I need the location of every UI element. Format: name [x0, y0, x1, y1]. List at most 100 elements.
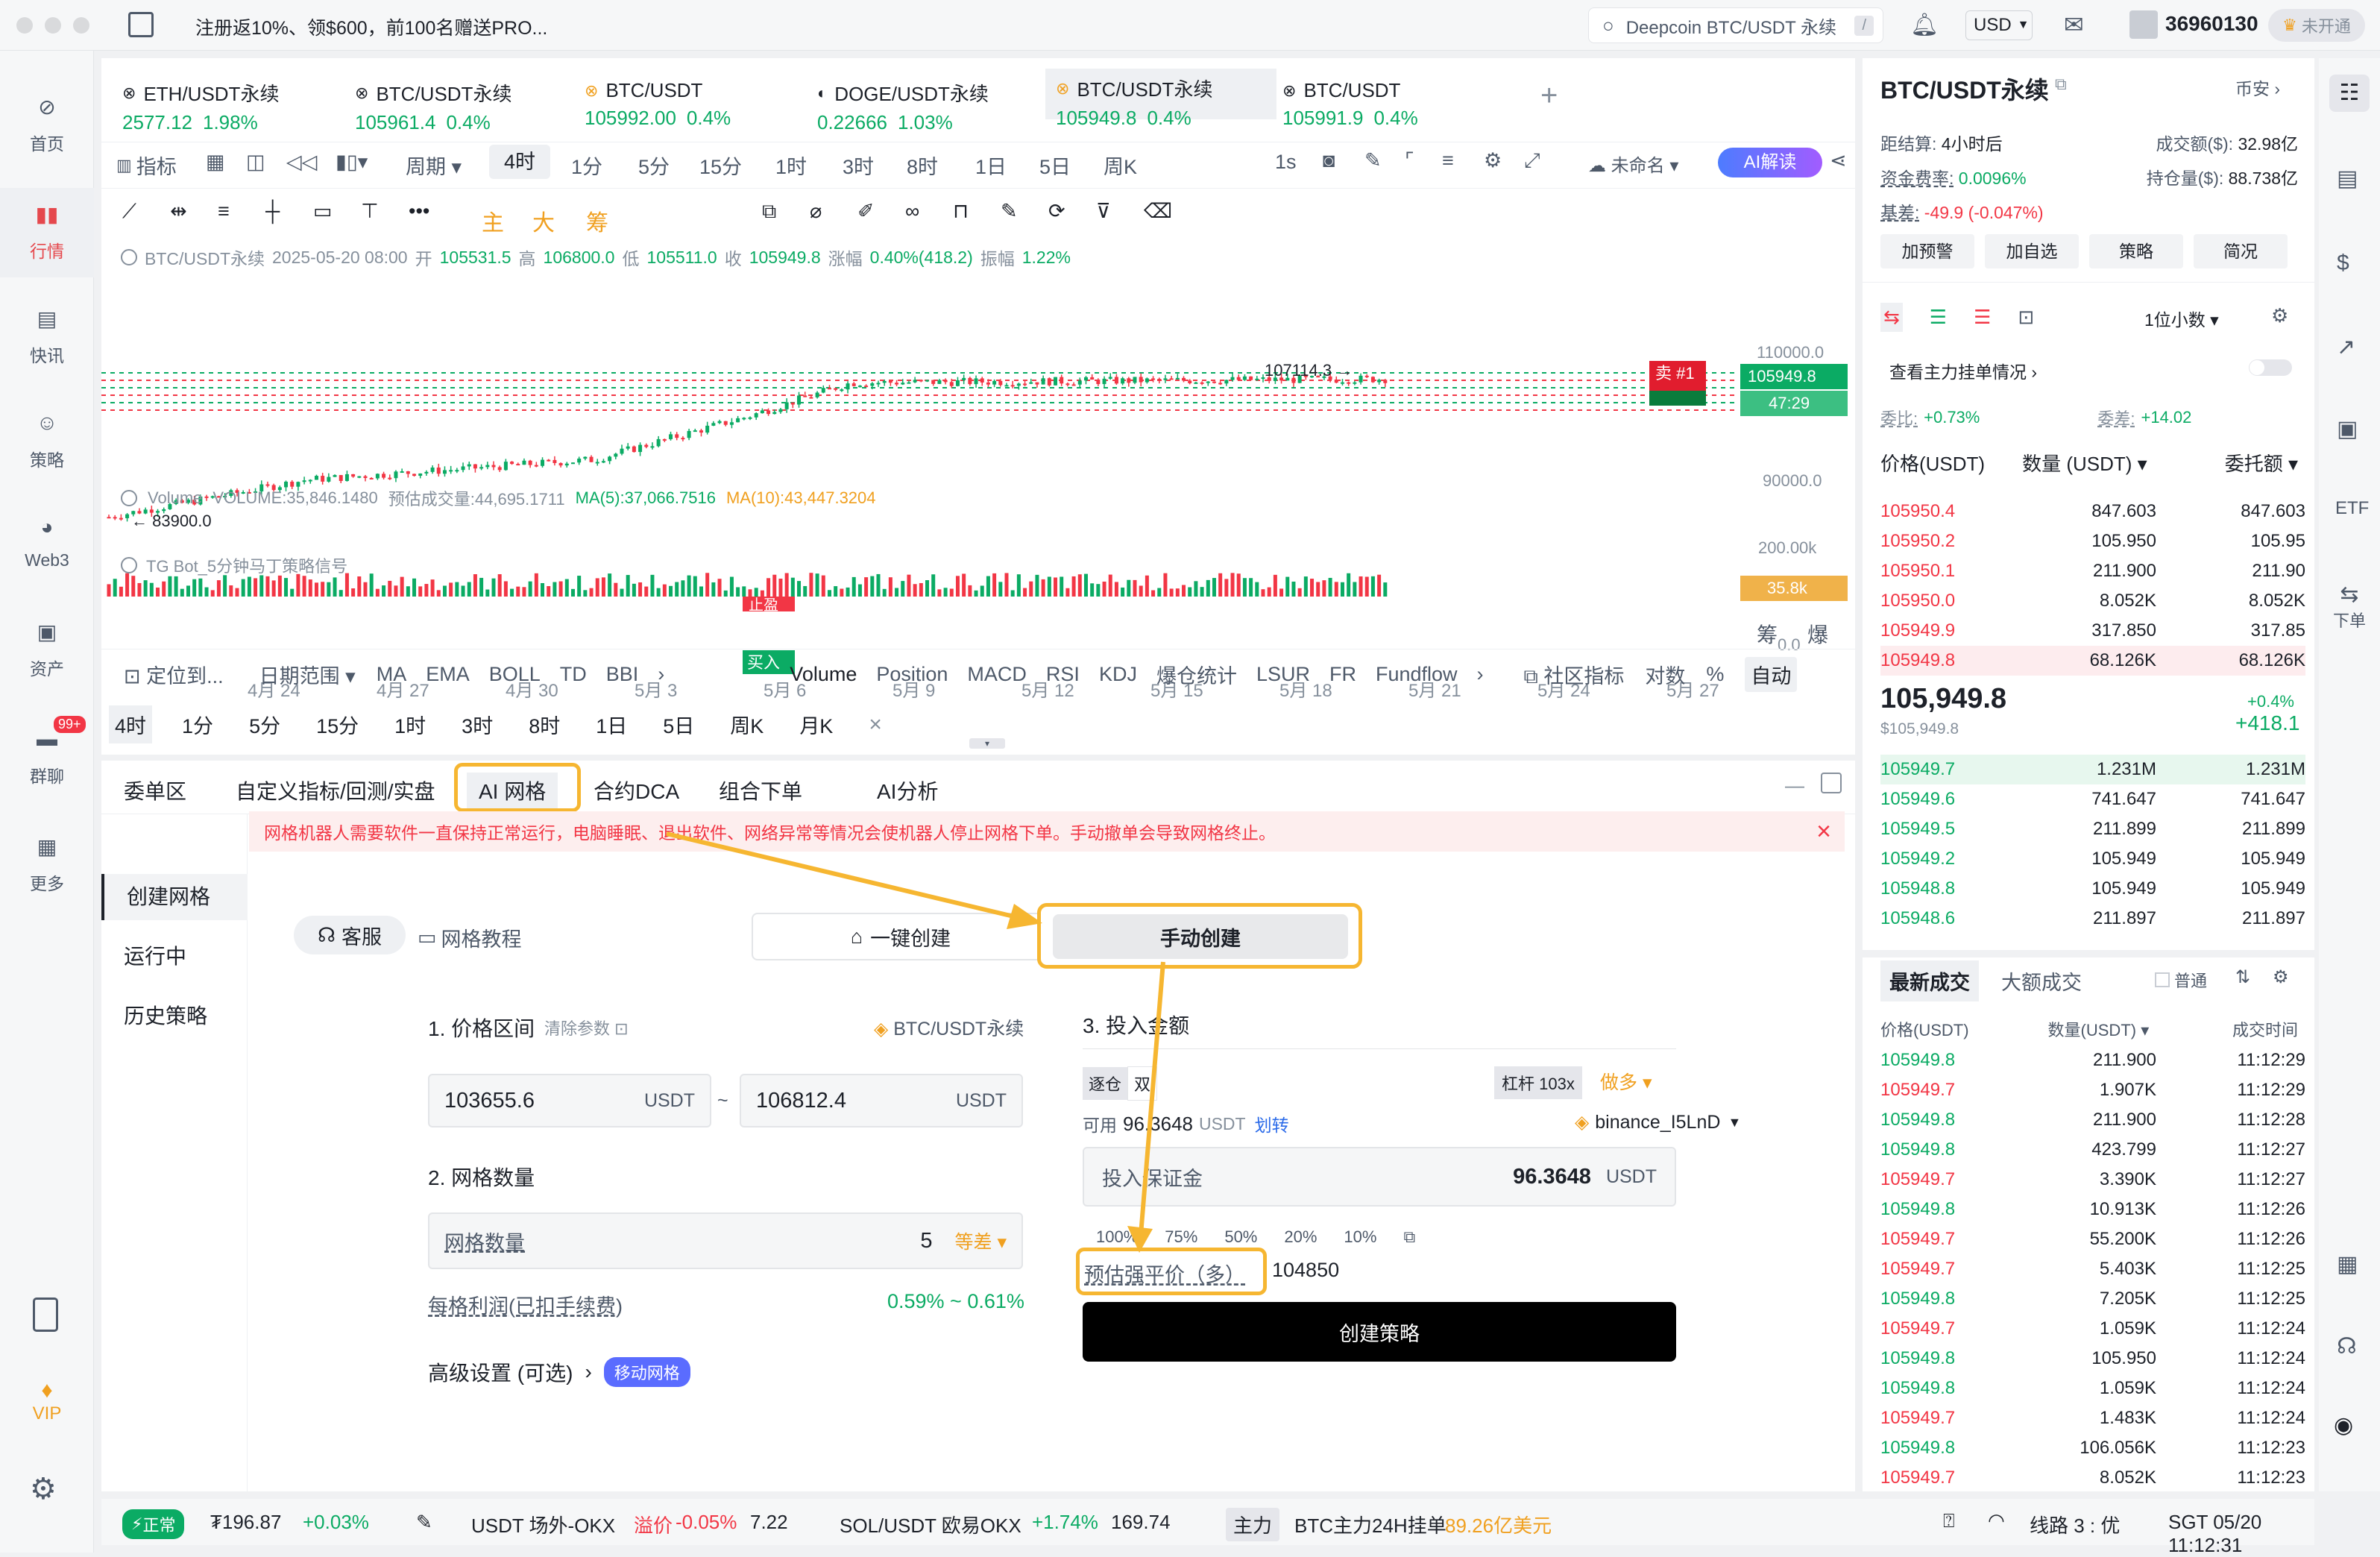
line-status[interactable]: 线路 3 : 优: [2030, 1511, 2120, 1538]
bottom-tab[interactable]: AI分析: [877, 776, 938, 805]
period-option[interactable]: 15分: [316, 705, 359, 743]
nav-item-1[interactable]: ▮▮ 行情: [0, 188, 94, 277]
brush-tool-icon[interactable]: ✐: [857, 200, 875, 223]
crop-icon[interactable]: ⌜: [1405, 149, 1414, 172]
rect-tool-icon[interactable]: ▭: [313, 200, 333, 223]
lock-tool-icon[interactable]: ⊓: [953, 200, 969, 223]
symbol-title[interactable]: BTC/USDT永续: [1880, 72, 2049, 106]
percent-option[interactable]: 100%: [1096, 1227, 1138, 1247]
transfer-link[interactable]: 划转: [1255, 1111, 1289, 1136]
bottom-tab[interactable]: 组合下单: [719, 776, 802, 805]
sub-indicator[interactable]: KDJ: [1099, 663, 1137, 686]
collapse-icon[interactable]: [121, 490, 137, 506]
place-order-button[interactable]: ⇆ 下单: [2329, 582, 2370, 632]
percent-option[interactable]: 20%: [1284, 1227, 1317, 1247]
candlestick-chart[interactable]: 110000.0 90000.0 107114.3 → ← 83900.0 105949…: [101, 260, 1855, 707]
period-option[interactable]: 8时: [907, 151, 938, 180]
direction-select[interactable]: 做多 ▾: [1600, 1068, 1652, 1095]
maximize-window-button[interactable]: [73, 17, 89, 34]
period-option[interactable]: 月K: [799, 705, 833, 743]
vip-button[interactable]: ♦ VIP: [0, 1378, 94, 1424]
currency-select[interactable]: USD ▼: [1965, 10, 2033, 40]
period-option[interactable]: 8时: [529, 705, 560, 743]
sub-indicator[interactable]: RSI: [1046, 663, 1080, 686]
orderbook-view-icon[interactable]: ☷: [2329, 75, 2370, 112]
period-option[interactable]: 15分: [699, 151, 742, 180]
qty-unit-select[interactable]: 数量 (USDT) ▾: [2022, 449, 2147, 476]
magnet-tool-icon[interactable]: ⟳: [1048, 200, 1065, 223]
percent-option[interactable]: 75%: [1165, 1227, 1197, 1247]
total-select[interactable]: 委托额 ▾: [2225, 449, 2298, 476]
status-badge[interactable]: ♛ 未开通: [2268, 9, 2365, 42]
orderbook-row[interactable]: 105948.6 211.897 211.897: [1880, 904, 2305, 934]
period-option[interactable]: 1时: [394, 705, 426, 743]
pen-icon[interactable]: ✎: [1364, 149, 1382, 172]
sidebar-toggle-icon[interactable]: [128, 12, 154, 37]
connection-status[interactable]: ⚡ 正常: [122, 1509, 185, 1539]
period-option[interactable]: 5分: [638, 151, 670, 180]
tgbot-signal[interactable]: TG Bot_5分钟马丁策略信号: [121, 553, 347, 577]
assistant-icon[interactable]: ◉: [2334, 1412, 2353, 1438]
one-click-create-button[interactable]: ⌂ 一键创建: [752, 913, 1050, 960]
avatar[interactable]: [2129, 10, 2158, 39]
nav-item-6[interactable]: ▬ 群聊 99+: [0, 713, 94, 787]
sub-indicator[interactable]: Position: [876, 663, 948, 686]
period-option[interactable]: 1时: [775, 151, 807, 180]
quick-action-button[interactable]: 策略: [2089, 234, 2183, 268]
bottom-tab[interactable]: 合约DCA: [594, 776, 679, 805]
minimize-window-button[interactable]: [45, 17, 61, 34]
grid-count-input[interactable]: 网格数量 5 等差 ▾: [428, 1212, 1023, 1269]
rewind-icon[interactable]: ◁◁: [286, 151, 318, 174]
log-toggle[interactable]: 对数: [1645, 660, 1685, 689]
nav-item-7[interactable]: ▦ 更多: [0, 820, 94, 895]
main-orders-link[interactable]: 查看主力挂单情况 ›: [1889, 358, 2037, 383]
sub-indicator[interactable]: Fundflow: [1376, 663, 1458, 686]
symbol-tab[interactable]: ⊗ BTC/USDT永续 105961.4 0.4%: [355, 73, 511, 133]
bell-icon[interactable]: 🔔︎: [1910, 12, 1939, 38]
move-grid-badge[interactable]: 移动网格: [603, 1357, 690, 1387]
template-select[interactable]: ☁ 未命名 ▾: [1588, 151, 1678, 177]
main-orders-toggle[interactable]: [2249, 359, 2292, 376]
layout-icon[interactable]: ◫: [246, 151, 265, 174]
decimals-select[interactable]: 1位小数 ▾: [2144, 306, 2219, 331]
ai-interpret-button[interactable]: AI解读: [1718, 148, 1822, 177]
orderbook-row[interactable]: 105949.8 68.126K 68.126K: [1880, 646, 2305, 676]
monitor-icon[interactable]: ▣: [2337, 416, 2358, 442]
nav-item-0[interactable]: ⊘ 首页: [0, 81, 94, 155]
ray-tool-icon[interactable]: ┼: [265, 200, 280, 223]
settings-icon[interactable]: ⚙: [30, 1472, 57, 1506]
settings-icon[interactable]: ⚙: [2273, 966, 2289, 988]
side-menu-item[interactable]: 运行中: [101, 934, 248, 980]
nav-item-2[interactable]: ▤ 快讯: [0, 292, 94, 367]
fullscreen-icon[interactable]: ⤢: [1524, 149, 1540, 173]
share-icon[interactable]: ⋖: [1830, 149, 1847, 172]
percent-option[interactable]: 10%: [1344, 1227, 1376, 1247]
mail-icon[interactable]: ✉: [2064, 10, 2084, 39]
period-4h[interactable]: 4时: [489, 145, 550, 179]
search-box[interactable]: ○ Deepcoin BTC/USDT 永续 /: [1588, 7, 1883, 43]
symbol-tab[interactable]: ◐ DOGE/USDT永续 0.22666 1.03%: [817, 73, 989, 133]
margin-input[interactable]: 投入保证金 96.3648 USDT: [1083, 1147, 1676, 1207]
tab-large-trades[interactable]: 大额成交: [2001, 966, 2082, 995]
percent-option[interactable]: 50%: [1224, 1227, 1257, 1247]
depth-icon[interactable]: ⊡: [2018, 306, 2034, 329]
settings-icon[interactable]: ⚙: [1484, 149, 1502, 172]
date-range-select[interactable]: 日期范围 ▾: [259, 660, 356, 689]
orderbook-row[interactable]: 105950.4 847.603 847.603: [1880, 497, 2305, 526]
quick-action-button[interactable]: 简况: [2194, 234, 2288, 268]
nav-item-3[interactable]: ☺ 策略: [0, 397, 94, 471]
orderbook-row[interactable]: 105950.1 211.900 211.90: [1880, 556, 2305, 586]
nav-item-4[interactable]: ◕ Web3: [0, 501, 94, 570]
list-icon[interactable]: ≡: [1442, 149, 1454, 172]
parallel-tool-icon[interactable]: ⇹: [170, 200, 187, 223]
create-strategy-button[interactable]: 创建策略: [1083, 1302, 1676, 1362]
quick-action-button[interactable]: 加自选: [1985, 234, 2079, 268]
period-option[interactable]: 1分: [182, 705, 213, 743]
help-icon[interactable]: ⍰: [1943, 1509, 1955, 1533]
copy-tool-icon[interactable]: ⧉: [762, 200, 776, 224]
layout-bids-icon[interactable]: ☰: [1930, 306, 1947, 329]
period-option[interactable]: 5日: [663, 705, 694, 743]
period-option[interactable]: 周K: [1104, 151, 1137, 180]
normal-checkbox[interactable]: 普通: [2155, 968, 2207, 992]
account-select[interactable]: ◈ binance_I5LnD ▼: [1575, 1111, 1741, 1133]
